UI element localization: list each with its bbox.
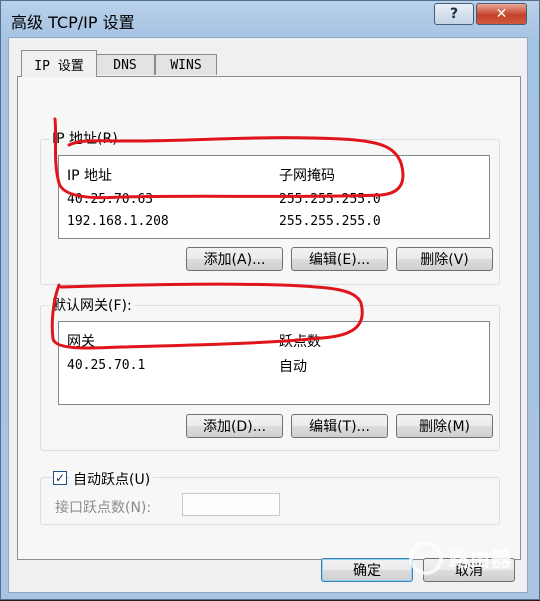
edit-gateway-button[interactable]: 编辑(T)... <box>291 414 388 438</box>
tab-dns[interactable]: DNS <box>95 54 155 75</box>
tab-panel-ip-settings: IP 地址(R) IP 地址 子网掩码 40.25.70.63 255.255.… <box>17 76 521 560</box>
default-gateway-list[interactable]: 网关 跃点数 40.25.70.1 自动 <box>58 321 490 405</box>
tab-label: IP 设置 <box>34 58 84 74</box>
gateway-value: 40.25.70.1 <box>67 358 146 373</box>
edit-ip-button[interactable]: 编辑(E)... <box>291 247 388 271</box>
tab-ip-settings[interactable]: IP 设置 <box>21 50 97 77</box>
window-title: 高级 TCP/IP 设置 <box>11 13 135 32</box>
interface-metric-input[interactable] <box>182 493 280 516</box>
check-icon: ✓ <box>54 471 66 485</box>
ip-address-list[interactable]: IP 地址 子网掩码 40.25.70.63 255.255.255.0 192… <box>58 155 490 239</box>
ip-address-group-label: IP 地址(R) <box>49 128 121 148</box>
auto-metric-checkbox[interactable]: ✓ <box>53 471 67 485</box>
help-icon: ? <box>449 6 459 22</box>
delete-ip-button[interactable]: 删除(V) <box>396 247 493 271</box>
auto-metric-label[interactable]: 自动跃点(U) <box>70 469 154 489</box>
ip-address-value: 192.168.1.208 <box>67 214 169 229</box>
delete-gateway-button[interactable]: 删除(M) <box>396 414 493 438</box>
column-header-gateway[interactable]: 网关 <box>67 331 95 351</box>
title-bar[interactable]: 高级 TCP/IP 设置 ? ✕ <box>1 1 539 37</box>
column-header-ip[interactable]: IP 地址 <box>67 165 112 185</box>
subnet-mask-value: 255.255.255.0 <box>279 214 381 229</box>
dialog-body: IP 设置 DNS WINS IP 地址(R) IP 地址 子网掩码 40.25… <box>8 37 528 593</box>
ip-address-value: 40.25.70.63 <box>67 192 154 207</box>
help-button[interactable]: ? <box>434 3 474 25</box>
add-ip-button[interactable]: 添加(A)... <box>186 247 283 271</box>
tab-label: WINS <box>170 57 202 73</box>
interface-metric-label: 接口跃点数(N): <box>55 500 152 516</box>
close-icon: ✕ <box>495 6 508 22</box>
column-header-metric[interactable]: 跃点数 <box>279 331 321 351</box>
default-gateway-group-label: 默认网关(F): <box>49 295 135 315</box>
column-header-subnet-mask[interactable]: 子网掩码 <box>279 165 335 185</box>
dialog-window: 高级 TCP/IP 设置 ? ✕ IP 设置 DNS WINS IP 地址(R)… <box>0 0 540 600</box>
watermark-text: 路由器 <box>449 547 512 571</box>
tab-label: DNS <box>113 57 137 73</box>
add-gateway-button[interactable]: 添加(D)... <box>186 414 283 438</box>
subnet-mask-value: 255.255.255.0 <box>279 192 381 207</box>
ok-button[interactable]: 确定 <box>321 558 413 582</box>
watermark-logo-icon <box>409 541 443 575</box>
tab-wins[interactable]: WINS <box>155 54 217 75</box>
close-button[interactable]: ✕ <box>476 3 527 25</box>
metric-value: 自动 <box>279 359 307 375</box>
